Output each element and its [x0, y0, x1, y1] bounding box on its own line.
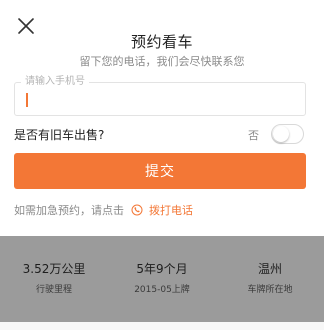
trade-in-toggle[interactable]: [271, 124, 304, 144]
stat-value: 3.52万公里: [22, 262, 86, 276]
bottom-strip: [0, 322, 324, 330]
stat-caption: 行驶里程: [35, 285, 72, 295]
phone-field-label: 请输入手机号: [21, 76, 89, 88]
stat-age: 5年9个月 2015-05上牌: [108, 260, 216, 295]
phone-field[interactable]: 请输入手机号: [14, 76, 306, 116]
appointment-dialog: 预约看车 留下您的电话，我们会尽快联系您 请输入手机号 是否有旧车出售? 否 提…: [0, 0, 324, 236]
stat-value: 温州: [257, 262, 282, 276]
stat-caption: 2015-05上牌: [134, 285, 190, 295]
text-cursor: [26, 93, 28, 107]
trade-in-label: 是否有旧车出售?: [14, 128, 105, 142]
dialog-subtitle: 留下您的电话，我们会尽快联系您: [79, 55, 245, 68]
stat-location: 温州 车牌所在地: [216, 260, 324, 295]
phone-input[interactable]: [23, 91, 293, 109]
trade-in-state-label: 否: [248, 129, 259, 142]
urgent-call-row: 如需加急预约，请点击 拨打电话: [14, 202, 193, 219]
phone-icon[interactable]: [131, 204, 143, 219]
stat-value: 5年9个月: [136, 262, 188, 276]
stat-caption: 车牌所在地: [247, 285, 293, 295]
dialog-title: 预约看车: [130, 33, 193, 51]
toggle-knob: [273, 126, 289, 142]
call-phone-link[interactable]: 拨打电话: [149, 204, 193, 217]
stat-mileage: 3.52万公里 行驶里程: [0, 260, 108, 295]
submit-button[interactable]: 提交: [14, 153, 306, 189]
urgent-text: 如需加急预约，请点击: [14, 204, 124, 217]
